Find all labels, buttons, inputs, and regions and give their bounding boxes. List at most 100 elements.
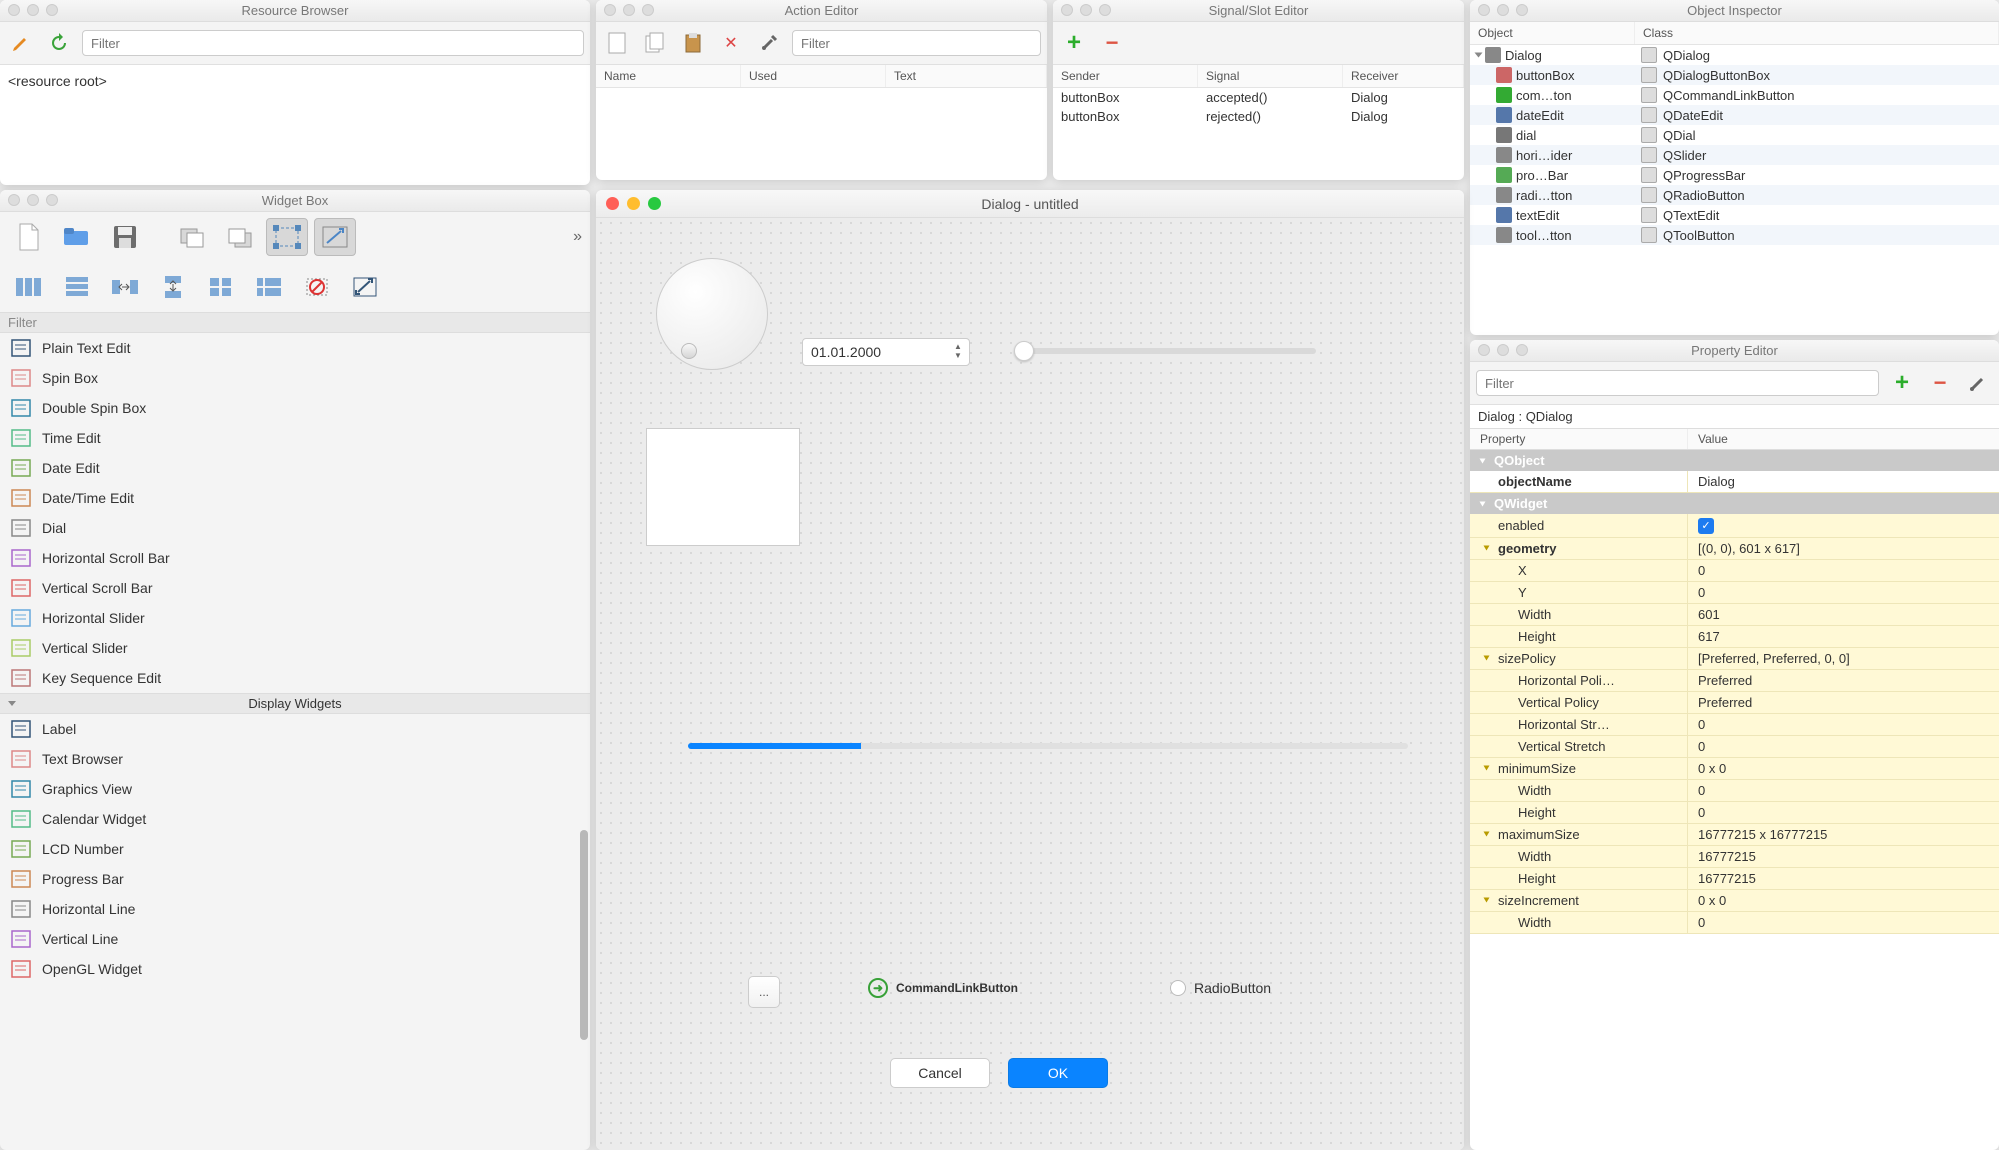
col-name[interactable]: Name (596, 65, 741, 87)
property-row[interactable]: maximumSize16777215 x 16777215 (1470, 824, 1999, 846)
layout-horiz-splitter-icon[interactable] (104, 268, 146, 306)
resource-root-label[interactable]: <resource root> (8, 73, 107, 89)
object-row[interactable]: dialQDial (1470, 125, 1999, 145)
widget-item[interactable]: Vertical Slider (0, 633, 590, 663)
display-widgets-section[interactable]: Display Widgets (0, 693, 590, 714)
property-row[interactable]: Y0 (1470, 582, 1999, 604)
command-link-button-widget[interactable]: ➜ CommandLinkButton (868, 978, 1018, 998)
widget-item[interactable]: Vertical Scroll Bar (0, 573, 590, 603)
slider-widget[interactable] (1016, 348, 1316, 354)
col-signal[interactable]: Signal (1198, 65, 1343, 87)
widget-item[interactable]: Label (0, 714, 590, 744)
property-row[interactable]: Width0 (1470, 780, 1999, 802)
remove-dynamic-property-icon[interactable]: − (1925, 368, 1955, 398)
edit-icon[interactable] (6, 28, 36, 58)
widget-item[interactable]: Key Sequence Edit (0, 663, 590, 693)
window-traffic-lights[interactable] (606, 197, 661, 210)
property-row[interactable]: Height16777215 (1470, 868, 1999, 890)
widget-item[interactable]: Progress Bar (0, 864, 590, 894)
stack-back-icon[interactable] (170, 218, 212, 256)
signal-row[interactable]: buttonBoxaccepted()Dialog (1053, 88, 1464, 107)
group-qobject[interactable]: QObject (1470, 450, 1999, 471)
widget-filter-label[interactable]: Filter (0, 312, 590, 333)
layout-form-icon[interactable] (248, 268, 290, 306)
object-row[interactable]: textEditQTextEdit (1470, 205, 1999, 225)
remove-connection-icon[interactable]: − (1097, 28, 1127, 58)
object-row[interactable]: radi…ttonQRadioButton (1470, 185, 1999, 205)
col-sender[interactable]: Sender (1053, 65, 1198, 87)
widget-item[interactable]: Plain Text Edit (0, 333, 590, 363)
property-row[interactable]: Horizontal Str…0 (1470, 714, 1999, 736)
property-row[interactable]: sizeIncrement0 x 0 (1470, 890, 1999, 912)
date-edit-widget[interactable]: 01.01.2000 ▲▼ (802, 338, 970, 366)
col-used[interactable]: Used (741, 65, 886, 87)
window-traffic-lights[interactable] (1478, 4, 1528, 16)
date-stepper[interactable]: ▲▼ (951, 342, 965, 360)
dial-widget[interactable] (656, 258, 768, 370)
overflow-chevron-icon[interactable]: » (573, 228, 582, 246)
property-row[interactable]: Height617 (1470, 626, 1999, 648)
progress-bar-widget[interactable] (688, 743, 1408, 749)
object-row[interactable]: com…tonQCommandLinkButton (1470, 85, 1999, 105)
col-class[interactable]: Class (1635, 22, 1999, 44)
action-filter-input[interactable] (792, 30, 1041, 56)
widget-item[interactable]: Dial (0, 513, 590, 543)
add-dynamic-property-icon[interactable]: + (1887, 368, 1917, 398)
refresh-icon[interactable] (44, 28, 74, 58)
object-row[interactable]: buttonBoxQDialogButtonBox (1470, 65, 1999, 85)
object-row[interactable]: tool…ttonQToolButton (1470, 225, 1999, 245)
stack-front-icon[interactable] (218, 218, 260, 256)
widget-item[interactable]: Date/Time Edit (0, 483, 590, 513)
object-row[interactable]: DialogQDialog (1470, 45, 1999, 65)
col-property[interactable]: Property (1470, 429, 1688, 449)
layout-grid-icon[interactable] (200, 268, 242, 306)
layout-vert-splitter-icon[interactable] (152, 268, 194, 306)
property-row[interactable]: Vertical PolicyPreferred (1470, 692, 1999, 714)
col-value[interactable]: Value (1688, 429, 1999, 449)
property-row[interactable]: Width16777215 (1470, 846, 1999, 868)
widget-item[interactable]: Horizontal Slider (0, 603, 590, 633)
widget-item[interactable]: Horizontal Line (0, 894, 590, 924)
radio-button-widget[interactable]: RadioButton (1170, 980, 1271, 996)
widget-item[interactable]: Graphics View (0, 774, 590, 804)
paste-action-icon[interactable] (678, 28, 708, 58)
add-connection-icon[interactable]: + (1059, 28, 1089, 58)
window-traffic-lights[interactable] (8, 4, 58, 16)
tool-button-widget[interactable]: ... (748, 976, 780, 1008)
widget-item[interactable]: Double Spin Box (0, 393, 590, 423)
object-row[interactable]: hori…iderQSlider (1470, 145, 1999, 165)
configure-icon[interactable] (1963, 368, 1993, 398)
new-action-icon[interactable] (602, 28, 632, 58)
save-icon[interactable] (104, 218, 146, 256)
property-row[interactable]: geometry[(0, 0), 601 x 617] (1470, 538, 1999, 560)
property-filter-input[interactable] (1476, 370, 1879, 396)
widget-item[interactable]: Vertical Line (0, 924, 590, 954)
text-edit-widget[interactable] (646, 428, 800, 546)
configure-icon[interactable] (754, 28, 784, 58)
property-row[interactable]: sizePolicy[Preferred, Preferred, 0, 0] (1470, 648, 1999, 670)
property-row[interactable]: enabled✓ (1470, 514, 1999, 538)
break-layout-icon[interactable] (296, 268, 338, 306)
widget-item[interactable]: OpenGL Widget (0, 954, 590, 984)
widget-item[interactable]: Horizontal Scroll Bar (0, 543, 590, 573)
checkbox-icon[interactable]: ✓ (1698, 518, 1714, 534)
new-file-icon[interactable] (8, 218, 50, 256)
ok-button[interactable]: OK (1008, 1058, 1108, 1088)
property-row[interactable]: Width601 (1470, 604, 1999, 626)
window-traffic-lights[interactable] (1061, 4, 1111, 16)
cancel-button[interactable]: Cancel (890, 1058, 990, 1088)
widget-item[interactable]: Date Edit (0, 453, 590, 483)
group-qwidget[interactable]: QWidget (1470, 493, 1999, 514)
widget-item[interactable]: LCD Number (0, 834, 590, 864)
property-row[interactable]: minimumSize0 x 0 (1470, 758, 1999, 780)
property-row[interactable]: X0 (1470, 560, 1999, 582)
resource-filter-input[interactable] (82, 30, 584, 56)
property-row[interactable]: Height0 (1470, 802, 1999, 824)
window-traffic-lights[interactable] (1478, 344, 1528, 356)
copy-action-icon[interactable] (640, 28, 670, 58)
widget-item[interactable]: Spin Box (0, 363, 590, 393)
col-object[interactable]: Object (1470, 22, 1635, 44)
object-row[interactable]: dateEditQDateEdit (1470, 105, 1999, 125)
scrollbar-thumb[interactable] (580, 830, 588, 1040)
property-row[interactable]: Vertical Stretch0 (1470, 736, 1999, 758)
